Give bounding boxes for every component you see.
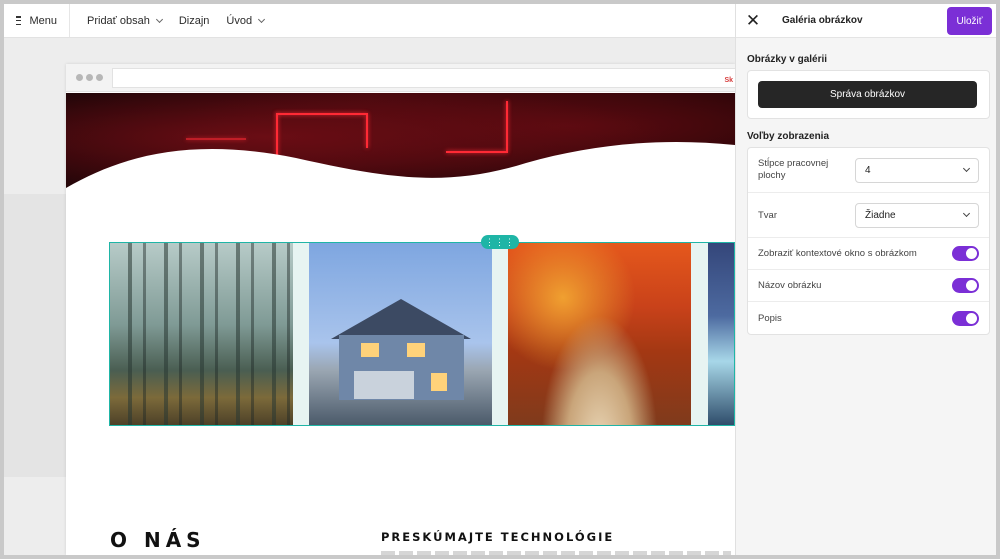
toggle-row-description: Popis bbox=[748, 302, 989, 334]
window-dot-icon bbox=[86, 74, 93, 81]
nav-home-page-label: Úvod bbox=[226, 14, 253, 27]
hamburger-icon bbox=[16, 16, 22, 25]
gallery-image-autumn-path[interactable] bbox=[508, 243, 691, 425]
nav-design-label: Dizajn bbox=[178, 14, 210, 27]
close-icon[interactable]: ✕ bbox=[736, 4, 770, 38]
save-button[interactable]: Uložiť bbox=[947, 7, 992, 35]
shape-select[interactable]: Žiadne bbox=[855, 202, 979, 228]
manage-images-button[interactable]: Správa obrázkov bbox=[758, 81, 977, 108]
site-preview: Sk ⋮⋮⋮ O NÁS PRESKÚMAJTE TECHNOLÓGIE bbox=[66, 64, 735, 555]
chevron-down-icon bbox=[962, 209, 971, 217]
explore-heading: PRESKÚMAJTE TECHNOLÓGIE bbox=[381, 530, 615, 544]
body-text-placeholder bbox=[381, 551, 731, 555]
display-options-card: Stĺpce pracovnej plochy 4 Tvar Žiadne Zo… bbox=[747, 147, 990, 335]
shape-value: Žiadne bbox=[865, 209, 896, 221]
hero-banner[interactable] bbox=[66, 93, 735, 203]
gallery-image-house[interactable] bbox=[309, 243, 492, 425]
description-toggle[interactable] bbox=[952, 310, 979, 326]
shape-row: Tvar Žiadne bbox=[748, 193, 989, 238]
desktop-columns-label: Stĺpce pracovnej plochy bbox=[758, 158, 829, 181]
desktop-columns-value: 4 bbox=[865, 164, 871, 176]
address-bar: Sk bbox=[112, 68, 735, 88]
nav-design[interactable]: Dizajn bbox=[179, 15, 210, 27]
toggle-label: Názov obrázku bbox=[758, 280, 822, 291]
toggle-label: Popis bbox=[758, 312, 782, 324]
panel-header: ✕ Galéria obrázkov Uložiť bbox=[736, 4, 996, 38]
chevron-down-icon bbox=[155, 15, 163, 23]
address-text: Sk bbox=[724, 77, 733, 84]
gallery-image-waterfall[interactable] bbox=[708, 243, 734, 425]
menu-button[interactable]: Menu bbox=[4, 4, 70, 37]
settings-panel: ✕ Galéria obrázkov Uložiť Obrázky v galé… bbox=[735, 4, 996, 555]
left-gutter bbox=[4, 194, 66, 477]
images-card: Správa obrázkov bbox=[747, 70, 990, 119]
wave-divider bbox=[66, 142, 735, 203]
image-gallery[interactable] bbox=[109, 242, 735, 426]
desktop-columns-select[interactable]: 4 bbox=[855, 157, 979, 183]
nav-home-page[interactable]: Úvod bbox=[226, 14, 266, 27]
drag-handle-icon[interactable]: ⋮⋮⋮ bbox=[481, 235, 519, 249]
lightbox-toggle[interactable] bbox=[952, 246, 979, 261]
shape-label: Tvar bbox=[758, 209, 777, 221]
browser-bar: Sk bbox=[66, 64, 735, 92]
window-dot-icon bbox=[96, 74, 103, 81]
chevron-down-icon bbox=[962, 164, 971, 172]
top-toolbar: Menu Pridať obsah Dizajn Úvod bbox=[4, 4, 735, 38]
editor-window: Menu Pridať obsah Dizajn Úvod Sk ⋮⋮⋮ O N… bbox=[4, 4, 996, 555]
window-dot-icon bbox=[76, 74, 83, 81]
chevron-down-icon bbox=[258, 15, 266, 23]
gallery-image-forest[interactable] bbox=[110, 243, 293, 425]
toggle-row-lightbox: Zobraziť kontextové okno s obrázkom bbox=[748, 238, 989, 270]
menu-label: Menu bbox=[29, 14, 57, 27]
panel-title: Galéria obrázkov bbox=[782, 15, 863, 26]
desktop-columns-row: Stĺpce pracovnej plochy 4 bbox=[748, 148, 989, 193]
section-display-label: Voľby zobrazenia bbox=[747, 131, 830, 142]
image-title-toggle[interactable] bbox=[952, 278, 979, 293]
toggle-row-image-title: Názov obrázku bbox=[748, 270, 989, 302]
about-heading: O NÁS bbox=[110, 528, 206, 552]
nav-add-content-label: Pridať obsah bbox=[87, 14, 150, 27]
toggle-label: Zobraziť kontextové okno s obrázkom bbox=[758, 248, 917, 259]
section-images-label: Obrázky v galérii bbox=[747, 54, 828, 65]
nav-add-content[interactable]: Pridať obsah bbox=[87, 14, 163, 27]
